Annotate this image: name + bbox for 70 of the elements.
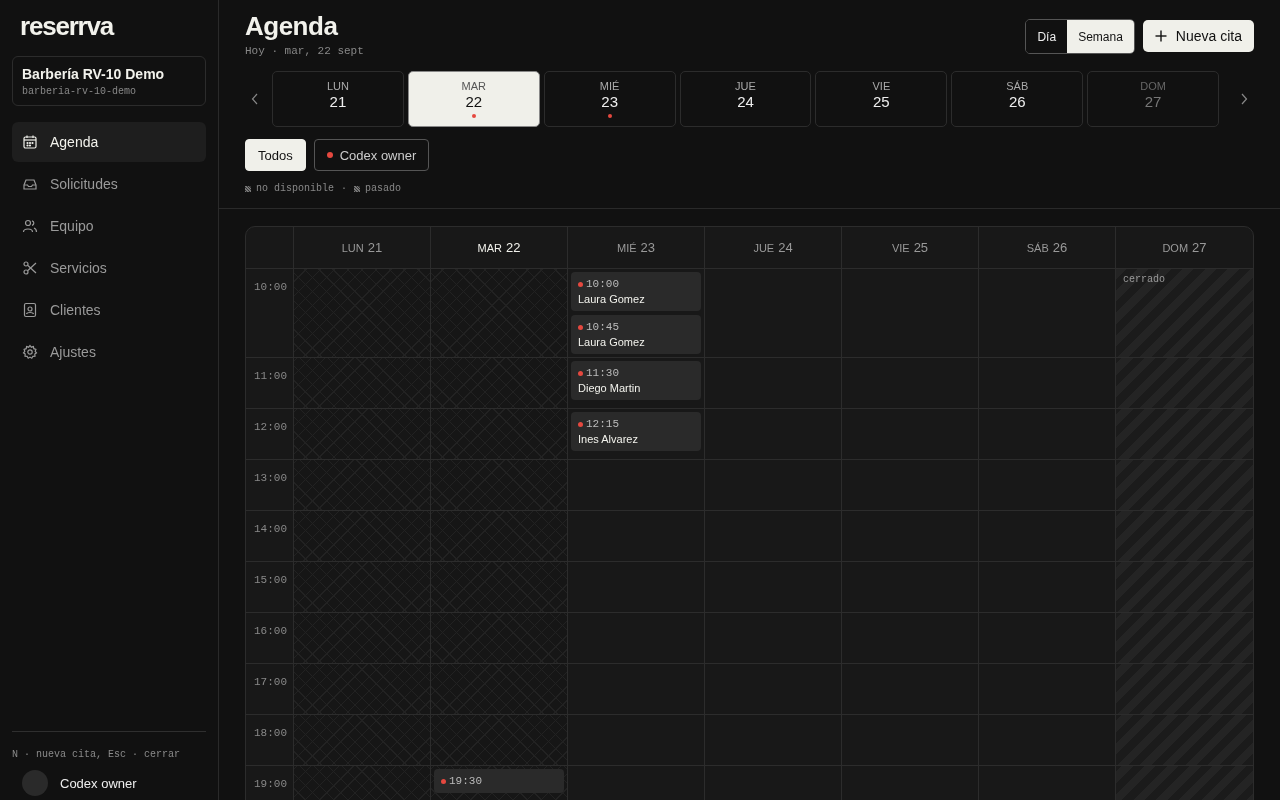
filter-chip[interactable]: Codex owner	[313, 139, 430, 171]
appointment-card[interactable]: 11:30 Diego Martin	[571, 361, 701, 400]
nav-item[interactable]: Clientes	[12, 290, 206, 330]
day-tab[interactable]: JUE 24	[679, 71, 812, 127]
legend-separator: ·	[341, 183, 348, 194]
shortcut-hint: N · nueva cita, Esc · cerrar	[12, 749, 182, 760]
business-name: Barbería RV-10 Demo	[22, 66, 166, 82]
filter-chip[interactable]: Todos	[245, 139, 306, 171]
inbox-icon	[22, 176, 38, 192]
view-tab[interactable]: Semana	[1067, 20, 1134, 53]
time-label: 13:00	[254, 472, 287, 484]
day-tab[interactable]: LUN 21	[272, 71, 404, 127]
new-appointment-button[interactable]: Nueva cita	[1142, 20, 1254, 52]
nav-item[interactable]: Solicitudes	[12, 164, 206, 204]
appointment-card[interactable]: 19:30	[434, 769, 564, 793]
time-label: 14:00	[254, 523, 287, 535]
business-slug: barberia-rv-10-demo	[22, 86, 138, 97]
column-header: JUE 24	[705, 227, 842, 269]
nav-item[interactable]: Ajustes	[12, 332, 206, 372]
users-icon	[22, 218, 38, 234]
appointment-time: 10:45	[586, 321, 619, 333]
time-label: 15:00	[254, 574, 287, 586]
avatar	[22, 770, 48, 796]
plus-icon	[1154, 30, 1167, 42]
time-label: 12:00	[254, 421, 287, 433]
time-label: 10:00	[254, 281, 287, 293]
hatched-square-icon	[245, 185, 251, 192]
client-name: Laura Gomez	[578, 336, 646, 348]
time-label: 16:00	[254, 625, 287, 637]
hatched-square-icon	[354, 185, 361, 192]
scissors-icon	[22, 260, 38, 276]
time-slot[interactable]: 11:30 Diego Martin	[568, 358, 705, 409]
time-slot[interactable]: 12:15 Ines Alvarez	[568, 409, 705, 460]
appointment-card[interactable]: 10:00 Laura Gomez	[571, 272, 701, 311]
appointment-time: 11:30	[586, 367, 619, 379]
time-label: 17:00	[254, 676, 287, 688]
day-tab[interactable]: VIE 25	[815, 71, 948, 127]
column-header: MIÉ 23	[568, 227, 705, 269]
time-label: 18:00	[254, 727, 287, 739]
client-name: Ines Alvarez	[578, 433, 639, 445]
nav-item[interactable]: Agenda	[12, 122, 206, 162]
time-label: 19:00	[254, 778, 287, 790]
column-header: SÁB 26	[979, 227, 1116, 269]
day-tab[interactable]: MAR 22	[407, 71, 540, 127]
closed-note: cerrado	[1122, 273, 1166, 287]
contact-card-icon	[22, 302, 38, 318]
client-name: Laura Gomez	[578, 293, 646, 305]
nav-item[interactable]: Equipo	[12, 206, 206, 246]
appointment-card[interactable]: 10:45 Laura Gomez	[571, 315, 701, 354]
appointment-card[interactable]: 12:15 Ines Alvarez	[571, 412, 701, 451]
user-name: Codex owner	[60, 775, 137, 791]
logo: reserrva	[20, 11, 115, 41]
legend-label: no disponible	[256, 183, 334, 194]
calendar-icon	[22, 134, 38, 150]
business-card[interactable]: Barbería RV-10 Demo barberia-rv-10-demo	[12, 56, 206, 106]
legend-label: pasado	[365, 183, 402, 194]
appointment-time: 12:15	[586, 418, 619, 430]
day-tab[interactable]: MIÉ 23	[543, 71, 676, 127]
appointment-time: 10:00	[586, 278, 619, 290]
day-tab[interactable]: DOM 27	[1087, 71, 1219, 127]
time-label: 11:00	[254, 370, 287, 382]
nav-item[interactable]: Servicios	[12, 248, 206, 288]
day-tab[interactable]: SÁB 26	[951, 71, 1084, 127]
client-name: Diego Martin	[578, 382, 642, 394]
time-slot[interactable]: 10:00 Laura Gomez 10:45 Laura Gomez	[568, 269, 705, 358]
page-title: Agenda	[245, 10, 339, 42]
appointment-time: 19:30	[449, 775, 482, 787]
settings-icon	[22, 344, 38, 360]
column-header: VIE 25	[842, 227, 979, 269]
date-subtitle: Hoy · mar, 22 sept	[245, 45, 364, 57]
